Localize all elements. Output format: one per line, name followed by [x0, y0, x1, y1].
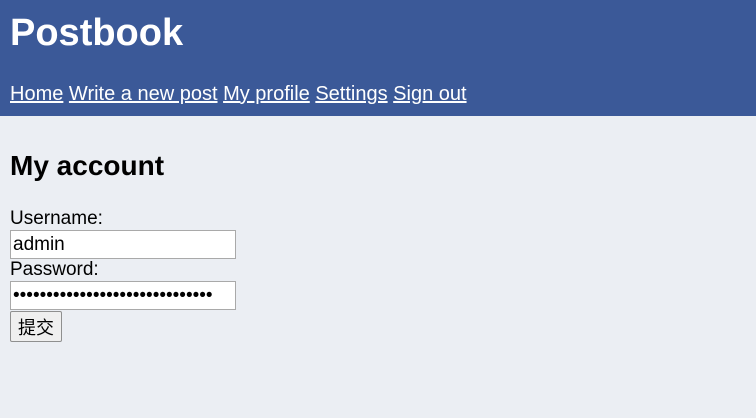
password-label: Password: — [10, 259, 99, 280]
nav-link-my-profile[interactable]: My profile — [223, 83, 310, 105]
site-title: Postbook — [10, 12, 184, 54]
nav-link-sign-out[interactable]: Sign out — [393, 83, 466, 105]
main-nav: Home Write a new post My profile Setting… — [10, 82, 467, 106]
page-title: My account — [10, 150, 165, 181]
nav-link-home[interactable]: Home — [10, 83, 63, 105]
submit-button[interactable]: 提交 — [10, 311, 62, 342]
nav-link-write-post[interactable]: Write a new post — [69, 83, 218, 105]
username-label: Username: — [10, 208, 103, 229]
username-input[interactable] — [10, 230, 236, 259]
nav-link-settings[interactable]: Settings — [315, 83, 387, 105]
account-form: Username: Password: 提交 — [10, 208, 236, 342]
password-input[interactable] — [10, 281, 236, 310]
site-header: Postbook Home Write a new post My profil… — [0, 0, 756, 116]
